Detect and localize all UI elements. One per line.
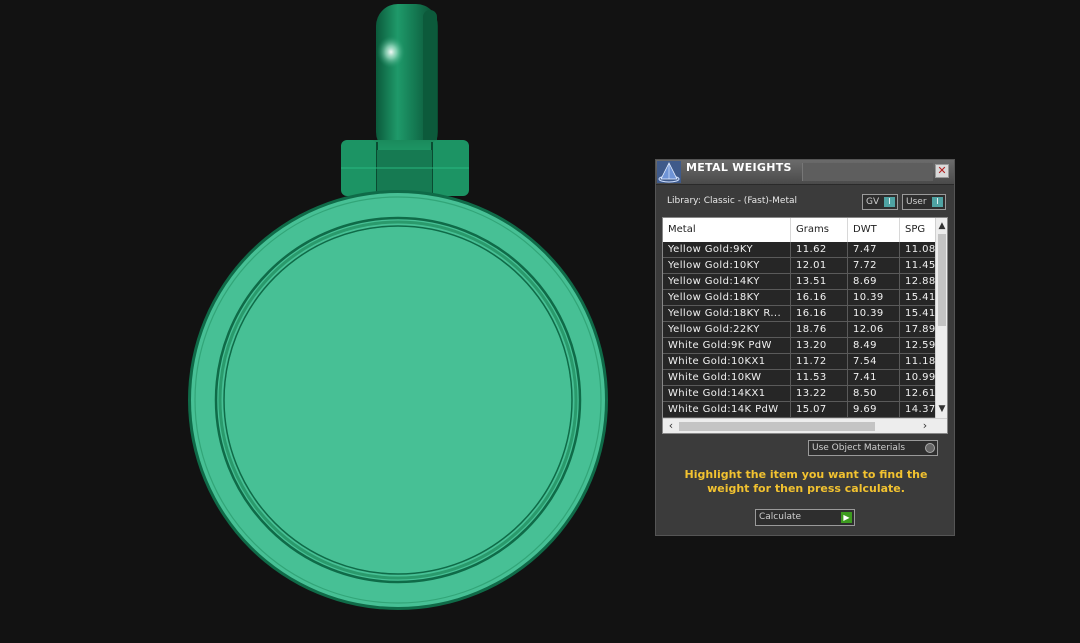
calculate-label: Calculate [759, 512, 802, 522]
user-toggle[interactable]: User I [902, 194, 946, 210]
cell-dwt: 8.50 [848, 386, 900, 401]
table-row[interactable]: Yellow Gold:18KY 16.16 10.39 15.41 [663, 290, 935, 306]
cell-spg: 11.18 [900, 354, 935, 369]
cell-metal: Yellow Gold:14KY [663, 274, 791, 289]
play-icon: ▶ [841, 512, 852, 523]
pendant-disc [188, 190, 608, 610]
cell-dwt: 12.06 [848, 322, 900, 337]
panel-title: METAL WEIGHTS [686, 161, 792, 174]
cell-dwt: 8.49 [848, 338, 900, 353]
user-toggle-label: User [906, 197, 927, 207]
cell-spg: 15.41 [900, 306, 935, 321]
cell-grams: 15.07 [791, 402, 848, 417]
cell-grams: 16.16 [791, 306, 848, 321]
cell-dwt: 7.72 [848, 258, 900, 273]
metal-table: Metal Grams DWT SPG Yellow Gold:9KY 11.62… [662, 217, 948, 434]
cell-dwt: 10.39 [848, 306, 900, 321]
cell-dwt: 7.54 [848, 354, 900, 369]
cell-metal: Yellow Gold:10KY [663, 258, 791, 273]
scroll-up-icon[interactable]: ▲ [936, 220, 947, 232]
cell-metal: White Gold:14KX1 [663, 386, 791, 401]
table-row[interactable]: Yellow Gold:18KY R... 16.16 10.39 15.41 [663, 306, 935, 322]
cell-spg: 12.88 [900, 274, 935, 289]
cell-metal: White Gold:10KX1 [663, 354, 791, 369]
cell-grams: 12.01 [791, 258, 848, 273]
table-row[interactable]: Yellow Gold:9KY 11.62 7.47 11.08 [663, 242, 935, 258]
cell-dwt: 10.39 [848, 290, 900, 305]
scroll-right-icon[interactable]: › [919, 420, 931, 433]
cell-spg: 11.08 [900, 242, 935, 257]
cell-grams: 13.22 [791, 386, 848, 401]
table-row[interactable]: Yellow Gold:14KY 13.51 8.69 12.88 [663, 274, 935, 290]
table-row[interactable]: White Gold:9K PdW 13.20 8.49 12.59 [663, 338, 935, 354]
gv-toggle-label: GV [866, 197, 880, 207]
titlebar-spacer [802, 163, 933, 181]
table-body: Yellow Gold:9KY 11.62 7.47 11.08 Yellow Gold… [663, 242, 935, 418]
cell-spg: 11.45 [900, 258, 935, 273]
vertical-scroll-thumb[interactable] [938, 234, 946, 326]
panel-titlebar[interactable]: METAL WEIGHTS ✕ [656, 160, 954, 185]
cell-metal: Yellow Gold:9KY [663, 242, 791, 257]
horizontal-scrollbar[interactable]: ‹ › [663, 418, 947, 433]
table-row[interactable]: Yellow Gold:10KY 12.01 7.72 11.45 [663, 258, 935, 274]
cell-spg: 15.41 [900, 290, 935, 305]
cell-metal: White Gold:10KW [663, 370, 791, 385]
cell-spg: 10.99 [900, 370, 935, 385]
table-row[interactable]: White Gold:14K PdW 15.07 9.69 14.37 [663, 402, 935, 418]
cell-metal: Yellow Gold:22KY [663, 322, 791, 337]
cell-metal: Yellow Gold:18KY R... [663, 306, 791, 321]
cell-metal: White Gold:9K PdW [663, 338, 791, 353]
table-header: Metal Grams DWT SPG [663, 218, 940, 243]
cell-spg: 17.89 [900, 322, 935, 337]
cell-grams: 13.20 [791, 338, 848, 353]
column-header-metal[interactable]: Metal [663, 218, 791, 242]
bail-loop [376, 4, 438, 154]
close-button[interactable]: ✕ [935, 164, 949, 178]
cell-spg: 12.61 [900, 386, 935, 401]
vertical-scrollbar[interactable]: ▲ ▼ [935, 218, 947, 418]
cell-grams: 16.16 [791, 290, 848, 305]
use-object-materials-label: Use Object Materials [812, 443, 906, 453]
column-header-dwt[interactable]: DWT [848, 218, 900, 242]
cell-grams: 18.76 [791, 322, 848, 337]
table-row[interactable]: White Gold:10KX1 11.72 7.54 11.18 [663, 354, 935, 370]
gv-toggle[interactable]: GV I [862, 194, 898, 210]
cell-dwt: 7.41 [848, 370, 900, 385]
calculate-button[interactable]: Calculate ▶ [755, 509, 855, 526]
library-label: Library: Classic - (Fast)-Metal [667, 196, 798, 206]
cell-metal: White Gold:14K PdW [663, 402, 791, 417]
table-row[interactable]: White Gold:10KW 11.53 7.41 10.99 [663, 370, 935, 386]
cell-dwt: 9.69 [848, 402, 900, 417]
use-object-materials-toggle[interactable]: Use Object Materials [808, 440, 938, 456]
app-logo-icon [657, 161, 681, 183]
toggle-indicator-icon: I [884, 197, 895, 207]
cell-spg: 12.59 [900, 338, 935, 353]
cell-grams: 11.72 [791, 354, 848, 369]
hinge [341, 140, 469, 196]
instructions-text: Highlight the item you want to find the … [684, 468, 928, 495]
cell-grams: 13.51 [791, 274, 848, 289]
scroll-down-icon[interactable]: ▼ [936, 403, 947, 415]
cell-grams: 11.53 [791, 370, 848, 385]
scroll-left-icon[interactable]: ‹ [665, 420, 677, 433]
cell-spg: 14.37 [900, 402, 935, 417]
radio-indicator-icon [925, 443, 935, 453]
table-row[interactable]: Yellow Gold:22KY 18.76 12.06 17.89 [663, 322, 935, 338]
cell-dwt: 7.47 [848, 242, 900, 257]
column-header-spg[interactable]: SPG [900, 218, 940, 242]
toggle-indicator-icon: I [932, 197, 943, 207]
cell-dwt: 8.69 [848, 274, 900, 289]
cell-metal: Yellow Gold:18KY [663, 290, 791, 305]
horizontal-scroll-thumb[interactable] [679, 422, 875, 431]
column-header-grams[interactable]: Grams [791, 218, 848, 242]
metal-weights-panel: METAL WEIGHTS ✕ Library: Classic - (Fast… [655, 159, 955, 536]
table-row[interactable]: White Gold:14KX1 13.22 8.50 12.61 [663, 386, 935, 402]
cell-grams: 11.62 [791, 242, 848, 257]
